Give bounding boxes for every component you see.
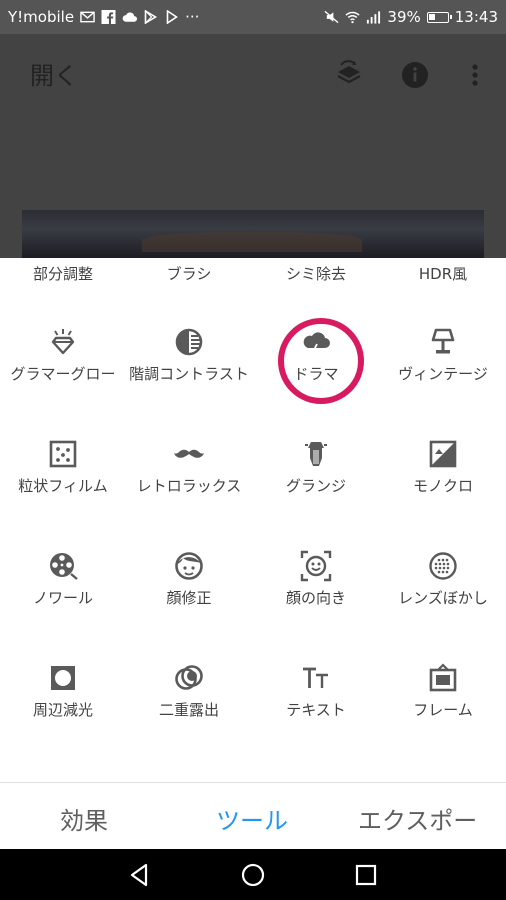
recents-icon[interactable] xyxy=(352,861,380,889)
tool-retrolux[interactable]: レトロラックス xyxy=(126,438,252,496)
lens-blur-icon xyxy=(429,552,457,580)
bottom-tab-bar: 効果 ツール エクスポー xyxy=(0,783,506,849)
facebook-notification-icon xyxy=(101,10,116,24)
tool-label: 周辺減光 xyxy=(32,701,93,719)
tool-label: 階調コントラスト xyxy=(129,365,249,383)
mustache-icon xyxy=(174,449,204,458)
tool-label: 二重露出 xyxy=(158,701,219,719)
tool-text[interactable]: テキスト xyxy=(253,662,379,720)
tool-label: グランジ xyxy=(285,477,346,495)
battery-icon xyxy=(426,11,452,23)
tool-grainy-film[interactable]: 粒状フィルム xyxy=(0,438,126,496)
wifi-icon xyxy=(345,11,361,24)
tool-portrait[interactable]: 顔修正 xyxy=(126,550,252,608)
text-icon xyxy=(303,667,328,688)
tool-label: フレーム xyxy=(413,701,473,719)
double-exposure-icon xyxy=(175,665,203,690)
clock: 13:43 xyxy=(454,8,498,26)
tool-label: グラマーグロー xyxy=(10,365,116,383)
tool-lens-blur[interactable]: レンズぼかし xyxy=(380,550,506,608)
tool-label: ヴィンテージ xyxy=(398,365,488,383)
status-bar: Y!mobile ··· 39% 13:43 xyxy=(0,0,506,34)
back-icon[interactable] xyxy=(126,861,154,889)
lamp-icon xyxy=(431,328,455,354)
tool-selective[interactable]: 部分調整 xyxy=(0,263,126,284)
frame-icon xyxy=(429,663,457,692)
tool-frames[interactable]: フレーム xyxy=(380,662,506,720)
tool-label: レトロラックス xyxy=(136,477,242,495)
signal-icon xyxy=(367,11,381,24)
tab-looks[interactable]: 効果 xyxy=(60,801,108,836)
carrier-text: Y!mobile xyxy=(8,8,75,26)
vignette-icon xyxy=(51,666,75,690)
open-button[interactable]: 開く xyxy=(30,56,78,91)
tool-label: ノワール xyxy=(32,589,93,607)
mute-icon xyxy=(324,10,339,24)
mail-notification-icon xyxy=(80,11,95,23)
tool-glamour-glow[interactable]: グラマーグロー xyxy=(0,326,126,384)
info-icon[interactable] xyxy=(400,60,430,90)
tool-label: 粒状フィルム xyxy=(18,477,108,495)
tool-brush[interactable]: ブラシ xyxy=(126,263,252,284)
film-reel-icon xyxy=(50,553,78,580)
tool-noir[interactable]: ノワール xyxy=(0,550,126,608)
guitar-icon xyxy=(305,442,327,466)
cloud-notification-icon xyxy=(122,12,138,22)
home-icon[interactable] xyxy=(239,861,267,889)
tool-vignette[interactable]: 周辺減光 xyxy=(0,662,126,720)
tab-tools[interactable]: ツール xyxy=(216,801,288,836)
tool-tonal-contrast[interactable]: 階調コントラスト xyxy=(126,326,252,384)
mono-icon xyxy=(429,440,457,468)
tool-label: 顔の向き xyxy=(285,589,346,607)
tool-label: 顔修正 xyxy=(166,589,212,607)
system-navigation-bar xyxy=(0,849,506,900)
tonal-contrast-icon xyxy=(175,328,203,356)
tool-head-pose[interactable]: 顔の向き xyxy=(253,550,379,608)
more-notifications-indicator: ··· xyxy=(185,8,200,26)
more-options-icon[interactable] xyxy=(460,60,490,90)
tool-label: テキスト xyxy=(286,701,346,719)
tool-double-exposure[interactable]: 二重露出 xyxy=(126,662,252,720)
play-store-notification-icon xyxy=(144,10,158,24)
face-pose-icon xyxy=(300,550,332,582)
battery-percent: 39% xyxy=(387,8,421,26)
tool-grunge[interactable]: グランジ xyxy=(253,438,379,496)
photo-preview xyxy=(22,210,484,258)
tool-label: レンズぼかし xyxy=(398,589,488,607)
highlight-circle-annotation xyxy=(278,318,364,404)
tool-black-white[interactable]: モノクロ xyxy=(380,438,506,496)
diamond-icon xyxy=(51,329,75,355)
play-notification-icon xyxy=(166,10,179,24)
layers-history-icon[interactable] xyxy=(334,60,364,90)
tool-label: モノクロ xyxy=(412,477,473,495)
tool-hdr[interactable]: HDR風 xyxy=(380,263,506,284)
grain-icon xyxy=(49,440,77,468)
face-icon xyxy=(175,552,203,580)
tool-vintage[interactable]: ヴィンテージ xyxy=(380,326,506,384)
app-bar: 開く xyxy=(0,34,506,258)
tab-export[interactable]: エクスポー xyxy=(358,801,477,836)
tool-healing[interactable]: シミ除去 xyxy=(253,263,379,284)
